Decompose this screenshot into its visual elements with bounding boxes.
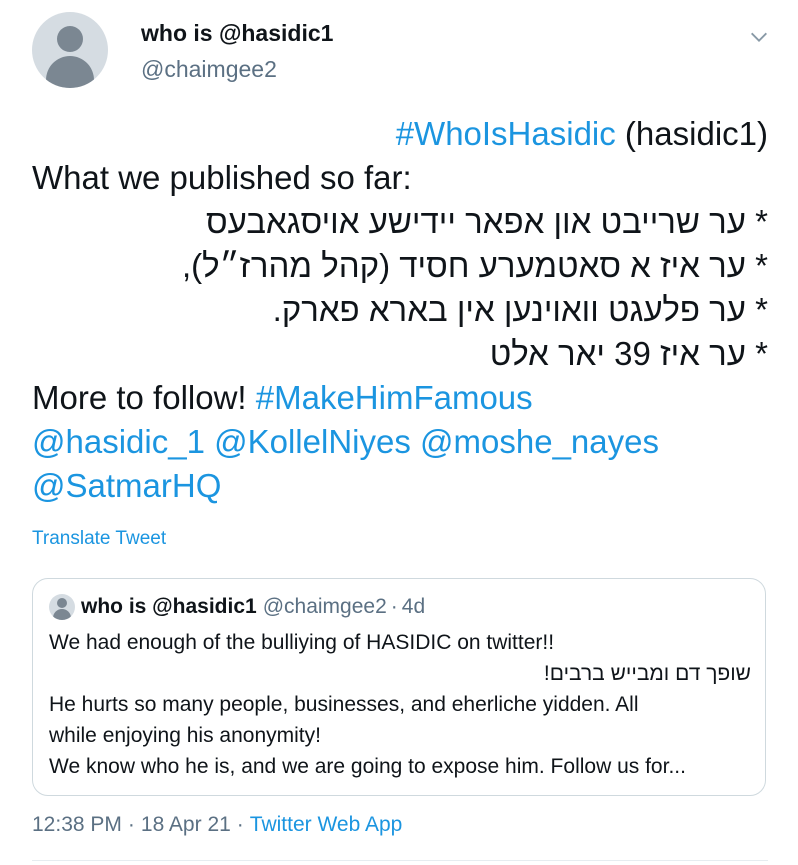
tweet-line-1-text: (hasidic1)	[615, 115, 768, 152]
tweet-line-4: * ער איז א סאטמערע חסיד (קהל מהרז״ל),	[182, 247, 768, 284]
quoted-author-avatar	[49, 594, 75, 620]
avatar-body-shape	[46, 56, 94, 88]
tweet-line-5: * ער פלעגט וואוינען אין בארא פארק.	[272, 291, 768, 328]
quoted-line-1: We had enough of the bulliying of HASIDI…	[49, 631, 555, 654]
quoted-tweet-time: 4d	[401, 595, 426, 618]
avatar-head-shape	[57, 598, 67, 608]
tweet-header: who is @hasidic1 @chaimgee2	[32, 12, 774, 92]
tweet-line-2: What we published so far:	[32, 159, 412, 196]
separator-dot: ·	[236, 813, 244, 836]
tweet-meta: 12:38 PM · 18 Apr 21 · Twitter Web App	[32, 813, 402, 837]
tweet-line-7: More to follow! #MakeHimFamous	[32, 376, 768, 420]
tweet-text: #WhoIsHasidic (hasidic1) What we publish…	[32, 112, 768, 508]
translate-tweet-link[interactable]: Translate Tweet	[32, 528, 166, 550]
tweet-line-3: * ער שרייבט און אפאר יידישע אויסגאבעס	[206, 203, 768, 240]
mention-satmarhq[interactable]: @SatmarHQ	[32, 467, 221, 504]
divider	[32, 860, 768, 861]
quoted-line-3: He hurts so many people, businesses, and…	[49, 693, 639, 716]
tweet-date[interactable]: 18 Apr 21	[141, 813, 231, 836]
avatar-head-shape	[57, 26, 83, 52]
hashtag-makehimfamous[interactable]: #MakeHimFamous	[256, 379, 533, 416]
tweet-line-7-text: More to follow!	[32, 379, 256, 416]
author-handle[interactable]: @chaimgee2	[141, 56, 277, 83]
quoted-tweet-text: We had enough of the bulliying of HASIDI…	[49, 627, 751, 782]
quoted-tweet[interactable]: who is @hasidic1 @chaimgee2 · 4d We had …	[32, 578, 766, 796]
mention-moshe-nayes[interactable]: @moshe_nayes	[420, 423, 659, 460]
tweet-time[interactable]: 12:38 PM	[32, 813, 122, 836]
quoted-line-5: We know who he is, and we are going to e…	[49, 755, 686, 778]
tweet-line-6: * ער איז 39 יאר אלט	[489, 335, 768, 372]
separator-dot: ·	[127, 813, 135, 836]
chevron-down-icon[interactable]	[748, 26, 770, 48]
tweet-line-1: #WhoIsHasidic (hasidic1)	[32, 112, 768, 156]
mention-kollelniyes[interactable]: @KollelNiyes	[214, 423, 411, 460]
mention-hasidic-1[interactable]: @hasidic_1	[32, 423, 205, 460]
quoted-author-name: who is @hasidic1	[81, 595, 257, 618]
tweet-source-link[interactable]: Twitter Web App	[250, 813, 403, 836]
hashtag-whoishasidic[interactable]: #WhoIsHasidic	[396, 115, 616, 152]
author-avatar[interactable]	[32, 12, 108, 88]
author-name[interactable]: who is @hasidic1	[141, 20, 333, 47]
tweet-line-9: @SatmarHQ	[32, 464, 768, 508]
separator-dot: ·	[390, 595, 398, 618]
quoted-line-4: while enjoying his anonymity!	[49, 724, 321, 747]
quoted-author-handle: @chaimgee2	[262, 595, 387, 618]
avatar-body-shape	[53, 609, 71, 620]
quoted-line-2: שופך דם ומבייש ברבים!	[543, 662, 751, 685]
tweet-line-8: @hasidic_1 @KollelNiyes @moshe_nayes	[32, 420, 768, 464]
quoted-tweet-header: who is @hasidic1 @chaimgee2 · 4d	[49, 593, 425, 621]
